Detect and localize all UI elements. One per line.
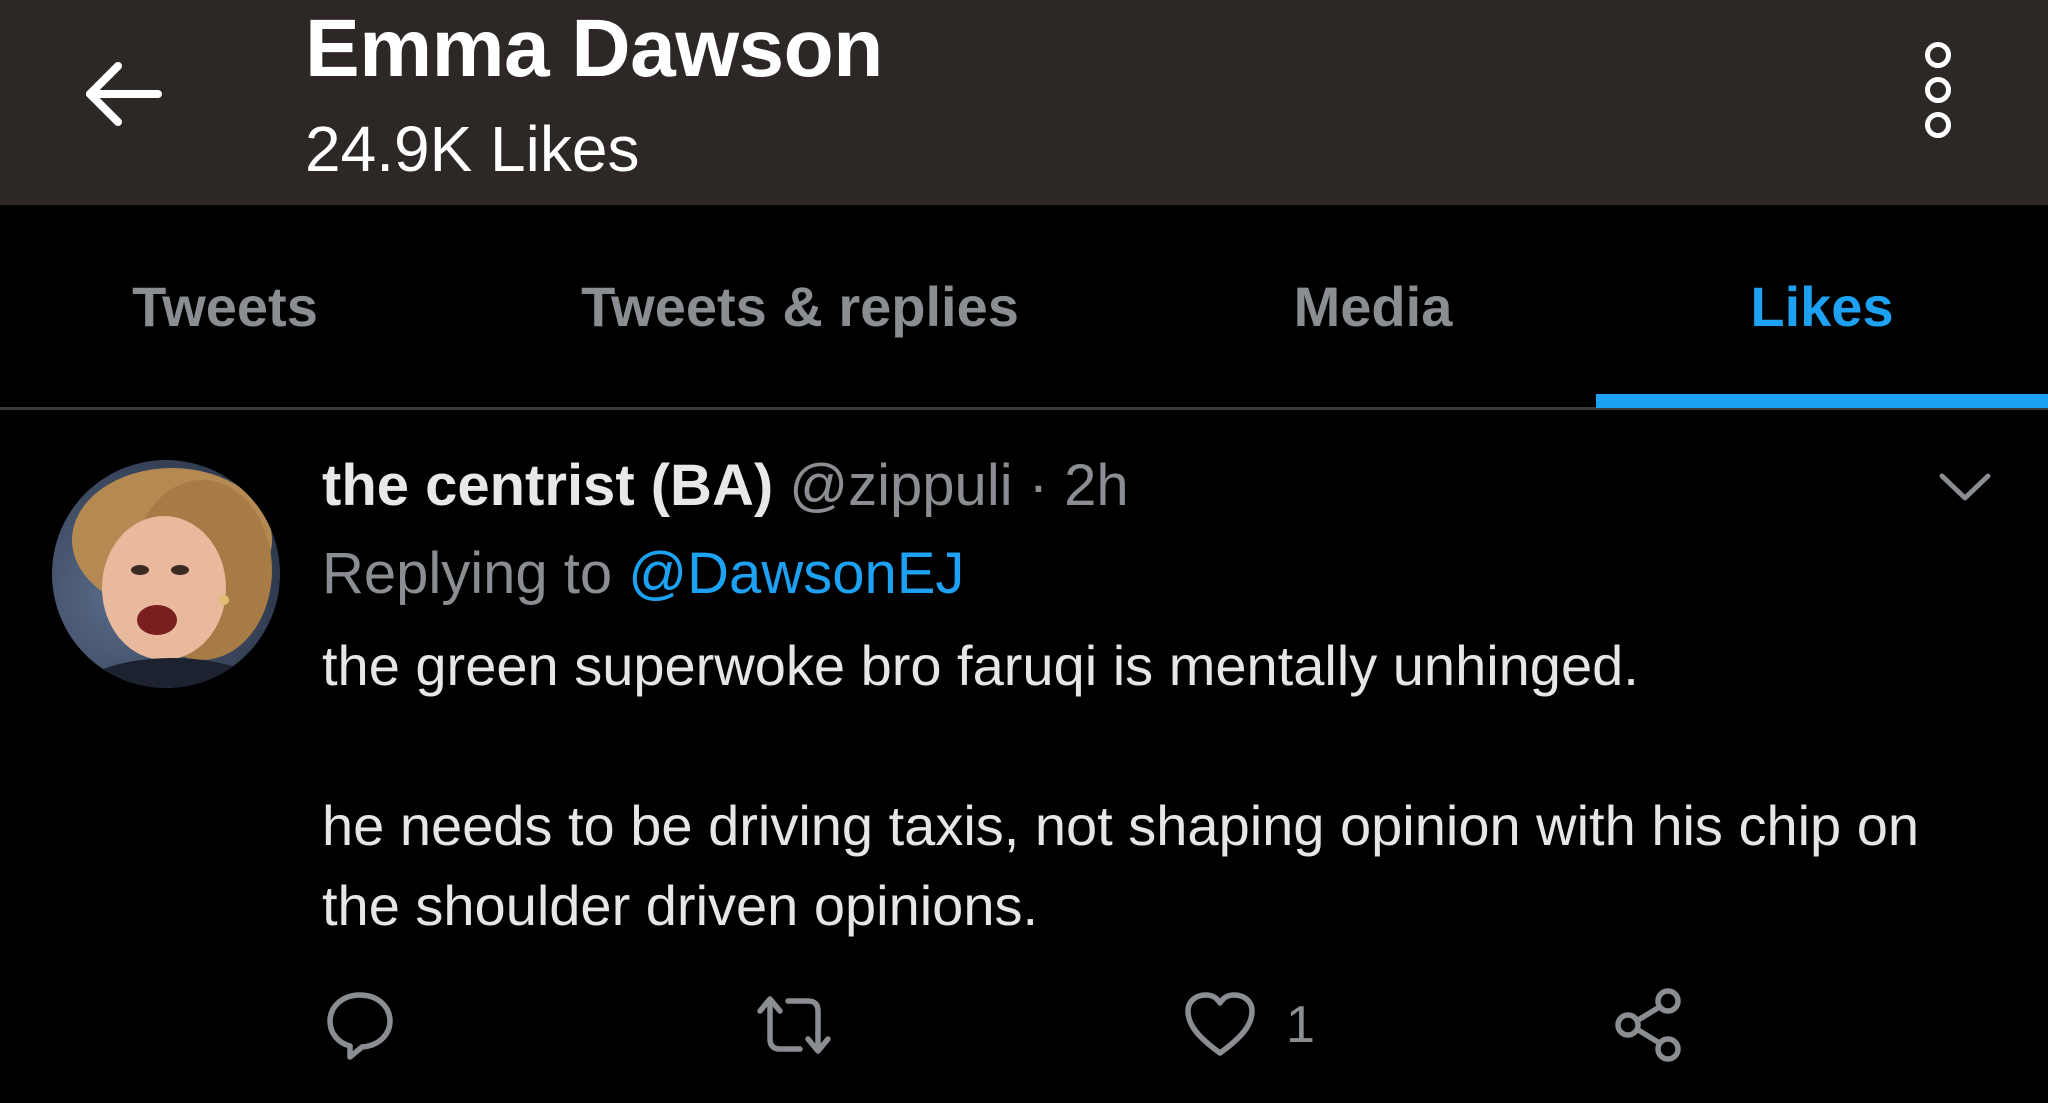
chevron-down-icon — [1939, 473, 1991, 501]
retweet-icon — [757, 996, 831, 1054]
tweet-text: the green superwoke bro faruqi is mental… — [322, 626, 2002, 946]
reply-mention-link[interactable]: @DawsonEJ — [628, 541, 964, 606]
tab-tweets[interactable]: Tweets — [0, 205, 450, 407]
more-vertical-icon — [1925, 42, 1951, 68]
avatar[interactable] — [52, 460, 280, 688]
tweet-author-name[interactable]: the centrist (BA) — [322, 453, 773, 518]
more-options-button[interactable] — [1908, 40, 1968, 140]
top-app-bar: Emma Dawson 24.9K Likes — [0, 0, 2048, 205]
share-icon — [1615, 988, 1681, 1062]
like-count: 1 — [1286, 996, 1315, 1054]
tab-media[interactable]: Media — [1150, 205, 1596, 407]
active-tab-indicator — [1596, 394, 2048, 408]
tweet-menu-button[interactable] — [1930, 462, 2000, 512]
share-button[interactable] — [1610, 985, 1686, 1065]
more-vertical-icon — [1925, 77, 1951, 103]
tweet-timestamp: 2h — [1064, 453, 1129, 518]
heart-icon — [1185, 992, 1255, 1056]
profile-name: Emma Dawson — [305, 3, 883, 94]
tweet-text-paragraph: he needs to be driving taxis, not shapin… — [322, 794, 1920, 937]
more-vertical-icon — [1925, 112, 1951, 138]
comment-icon — [327, 992, 393, 1060]
back-button[interactable] — [72, 44, 172, 144]
reply-button[interactable] — [322, 985, 398, 1065]
like-button[interactable]: 1 — [1182, 985, 1315, 1065]
retweet-button[interactable] — [752, 985, 836, 1065]
profile-tabs: Tweets Tweets & replies Media Likes — [0, 205, 2048, 410]
replying-to-line: Replying to @DawsonEJ — [322, 540, 964, 607]
arrow-left-icon — [86, 62, 162, 126]
meta-separator: · — [1028, 453, 1049, 518]
replying-to-label: Replying to — [322, 541, 613, 606]
tab-likes[interactable]: Likes — [1596, 205, 2048, 407]
tweet-author-handle[interactable]: @zippuli — [789, 453, 1012, 518]
likes-count: 24.9K Likes — [305, 113, 640, 185]
tweet-header: the centrist (BA) @zippuli · 2h — [322, 452, 1129, 519]
tab-tweets-replies[interactable]: Tweets & replies — [450, 205, 1150, 407]
avatar-image — [52, 460, 280, 688]
tweet-text-paragraph: the green superwoke bro faruqi is mental… — [322, 634, 1639, 697]
profile-likes-screen: Emma Dawson 24.9K Likes Tweets Tweets & … — [0, 0, 2048, 1103]
